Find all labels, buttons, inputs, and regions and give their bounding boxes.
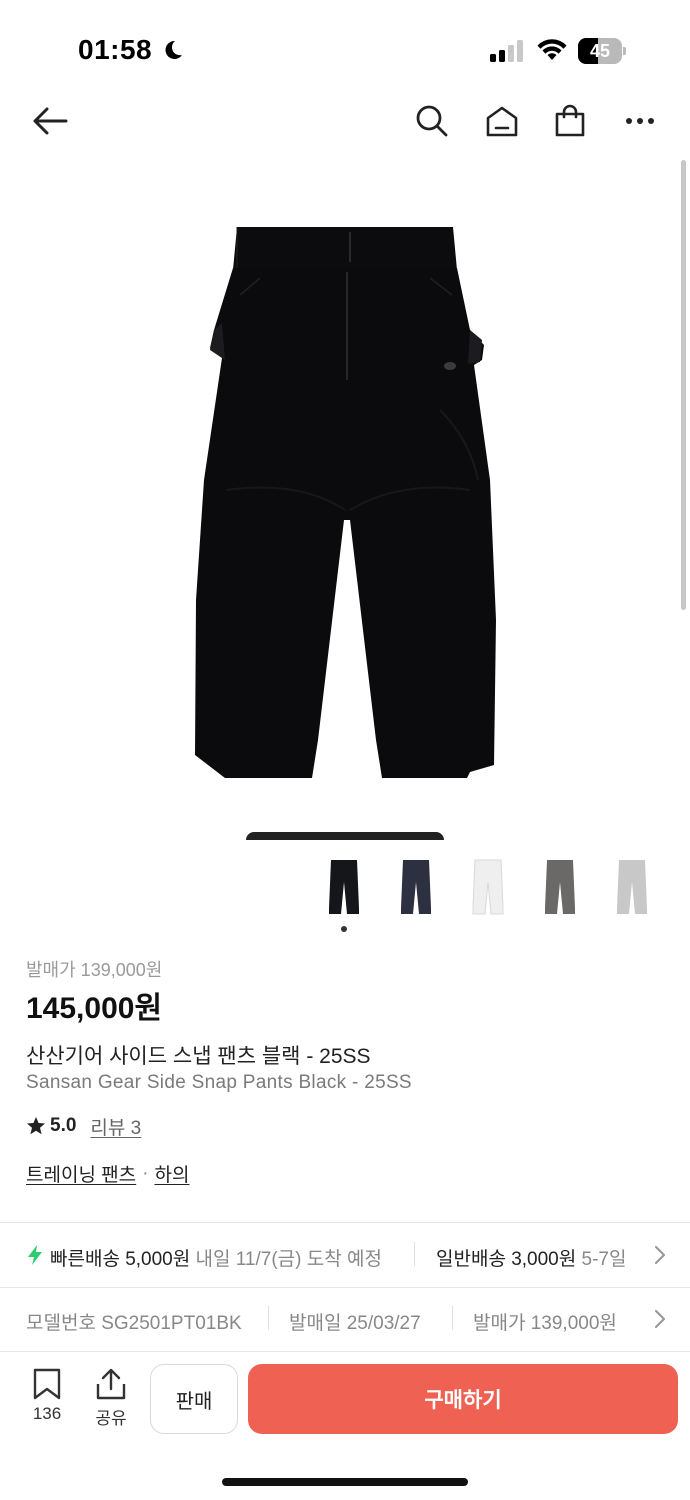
fast-shipping-eta: 내일 11/7(금) 도착 예정: [195, 1249, 382, 1270]
wifi-icon: [537, 39, 567, 60]
status-time: 01:58: [78, 34, 153, 65]
product-name-ko: 산산기어 사이드 스냅 팬츠 블랙 - 25SS: [26, 1045, 371, 1068]
home-button[interactable]: [482, 101, 522, 141]
chevron-right-icon: [654, 1309, 666, 1329]
vertical-divider: [452, 1306, 453, 1330]
color-option-charcoal[interactable]: [526, 852, 594, 922]
share-button[interactable]: 공유: [86, 1368, 136, 1428]
search-icon: [416, 105, 448, 137]
meta-release-price: 발매가 139,000원: [473, 1313, 617, 1334]
fast-shipping-label: 빠른배송 5,000원: [50, 1249, 191, 1270]
release-price: 발매가 139,000원: [26, 960, 163, 980]
share-icon: [96, 1368, 126, 1400]
divider: [0, 1222, 690, 1223]
arrow-left-icon: [33, 107, 68, 135]
pants-thumbnail: [401, 860, 431, 914]
color-option-white[interactable]: [454, 852, 522, 922]
pants-thumbnail: [545, 860, 575, 914]
normal-shipping-label: 일반배송 3,000원: [436, 1249, 577, 1270]
color-option-black[interactable]: [310, 852, 378, 922]
selected-color-dot: [341, 926, 347, 932]
color-option-gray[interactable]: [598, 852, 666, 922]
bookmark-icon: [33, 1368, 61, 1400]
status-bar: 01:58 45: [0, 0, 690, 100]
chevron-right-icon: [654, 1245, 666, 1265]
battery-indicator: 45: [578, 38, 626, 64]
shipping-options[interactable]: 빠른배송 5,000원 내일 11/7(금) 도착 예정 일반배송 3,000원…: [0, 1224, 690, 1286]
vertical-divider: [268, 1306, 269, 1330]
product-name-en: Sansan Gear Side Snap Pants Black - 25SS: [26, 1072, 412, 1093]
cart-button[interactable]: [550, 101, 590, 141]
search-button[interactable]: [412, 101, 452, 141]
color-options: [310, 852, 690, 932]
category-link[interactable]: 트레이닝 팬츠: [26, 1160, 136, 1187]
cellular-signal-icon: [490, 40, 523, 62]
vertical-divider: [414, 1242, 415, 1266]
back-button[interactable]: [30, 101, 70, 141]
product-image[interactable]: [0, 180, 690, 820]
more-dots-icon: [626, 118, 654, 124]
lightning-icon: [28, 1245, 42, 1265]
normal-shipping-eta: 5-7일: [581, 1249, 627, 1270]
breadcrumb-separator: ·: [142, 1162, 149, 1184]
parent-category-link[interactable]: 하의: [155, 1160, 190, 1187]
rating-score: 5.0: [50, 1115, 77, 1136]
pants-thumbnail: [472, 859, 504, 915]
more-button[interactable]: [620, 101, 660, 141]
home-indicator: [222, 1478, 468, 1486]
buy-button[interactable]: 구매하기: [248, 1364, 678, 1434]
shopping-bag-icon: [555, 104, 585, 137]
top-nav: [0, 95, 690, 155]
product-meta[interactable]: 모델번호 SG2501PT01BK 발매일 25/03/27 발매가 139,0…: [0, 1288, 690, 1350]
category-breadcrumb: 트레이닝 팬츠 · 하의: [26, 1160, 189, 1187]
pants-image: [195, 227, 496, 778]
bookmark-button[interactable]: 136: [22, 1368, 72, 1428]
share-label: 공유: [95, 1409, 127, 1428]
moon-icon: [165, 40, 182, 59]
rating: 5.0 리뷰 3: [26, 1113, 141, 1140]
release-date: 발매일 25/03/27: [289, 1313, 421, 1334]
normal-shipping: 일반배송 3,000원 5-7일: [436, 1244, 642, 1271]
fast-shipping: 빠른배송 5,000원 내일 11/7(금) 도착 예정: [50, 1244, 382, 1271]
color-option-navy[interactable]: [382, 852, 450, 922]
pants-thumbnail: [329, 860, 359, 914]
home-icon: [486, 106, 518, 137]
page-scrollbar[interactable]: [681, 160, 686, 610]
current-price: 145,000원: [26, 992, 163, 1025]
pants-thumbnail: [617, 860, 647, 914]
sell-button[interactable]: 판매: [150, 1364, 238, 1434]
star-icon: [27, 1117, 45, 1135]
battery-level: 45: [589, 41, 611, 61]
model-number: 모델번호 SG2501PT01BK: [26, 1313, 242, 1334]
bookmark-count: 136: [32, 1404, 62, 1423]
review-link[interactable]: 리뷰 3: [90, 1113, 141, 1140]
image-carousel-indicator: [246, 832, 444, 840]
